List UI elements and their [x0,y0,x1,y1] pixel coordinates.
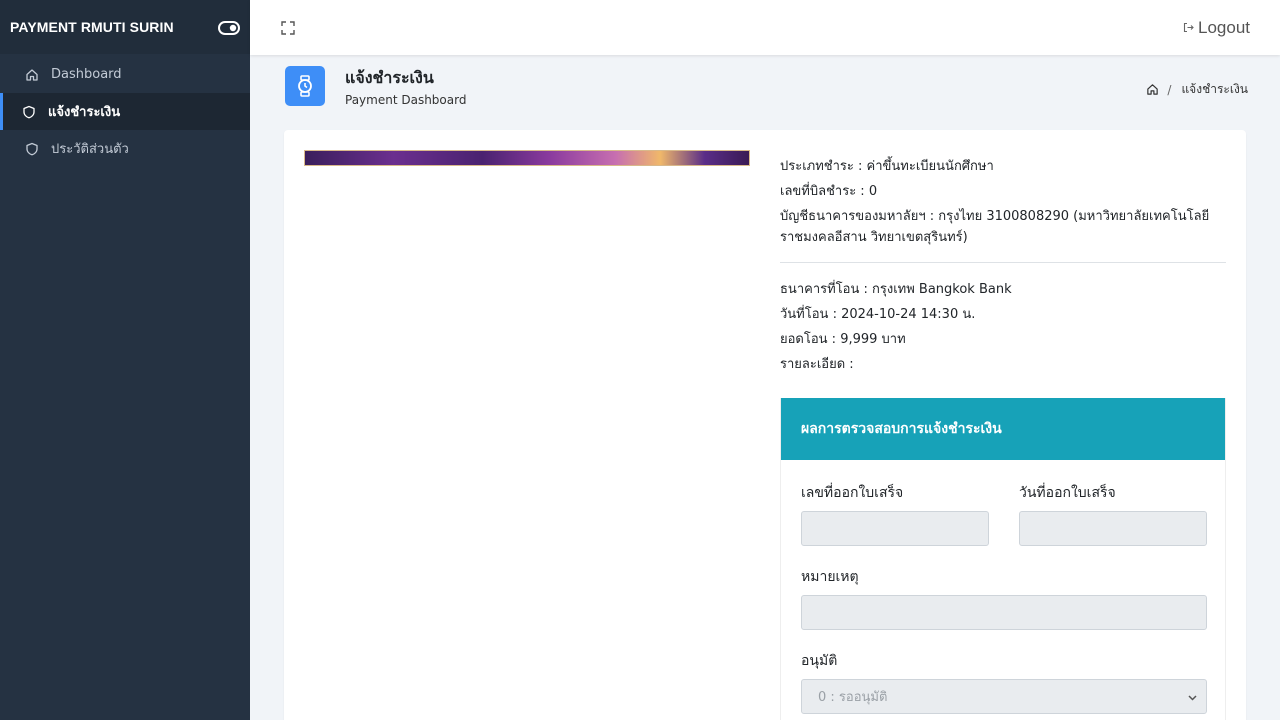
fullscreen-icon[interactable] [280,20,296,36]
toggle-icon[interactable] [218,20,240,35]
payment-info: ประเภทชำระ : ค่าขึ้นทะเบียนนักศึกษา เลขท… [780,154,1226,377]
sidebar-item-label: ประวัติส่วนตัว [51,142,129,157]
transfer-detail: รายละเอียด : [780,357,854,372]
sidebar-nav: Dashboard แจ้งชำระเงิน ประวัติส่วนตัว [0,56,250,167]
transfer-amount: ยอดโอน : 9,999 บาท [780,332,906,347]
home-icon[interactable] [1146,83,1159,96]
receipt-date-field[interactable] [1019,511,1207,546]
chevron-down-icon [1187,692,1198,703]
transfer-date: วันที่โอน : 2024-10-24 14:30 น. [780,307,976,322]
sidebar-item-profile[interactable]: ประวัติส่วนตัว [0,130,250,167]
sidebar-brand: PAYMENT RMUTI SURIN [0,0,250,54]
brand-title: PAYMENT RMUTI SURIN [10,19,174,35]
receipt-number-field[interactable] [801,511,989,546]
approve-select[interactable]: 0 : รออนุมัติ [801,679,1207,714]
topbar: Logout [250,0,1280,55]
payment-slip-image[interactable] [304,150,750,166]
approve-label: อนุมัติ [801,653,838,669]
result-panel: ผลการตรวจสอบการแจ้งชำระเงิน เลขที่ออกใบเ… [780,398,1226,720]
transfer-bank: ธนาคารที่โอน : กรุงเทพ Bangkok Bank [780,282,1012,297]
page-title: แจ้งชำระเงิน [345,68,434,87]
university-account: บัญชีธนาคารของมหาลัยฯ : กรุงไทย 31008082… [780,209,1210,245]
bill-number: เลขที่บิลชำระ : 0 [780,184,878,199]
sidebar-item-payment[interactable]: แจ้งชำระเงิน [0,93,250,130]
approve-selected-value: 0 : รออนุมัติ [818,690,888,705]
breadcrumb-current: แจ้งชำระเงิน [1181,82,1248,96]
breadcrumb-separator: / [1167,82,1172,97]
sidebar: PAYMENT RMUTI SURIN Dashboard แจ้งชำระเง… [0,0,250,720]
page-subtitle: Payment Dashboard [345,93,467,107]
home-icon [25,68,39,82]
logout-label: Logout [1198,17,1250,37]
note-field[interactable] [801,595,1207,630]
result-panel-header: ผลการตรวจสอบการแจ้งชำระเงิน [781,398,1225,460]
payment-card: ประเภทชำระ : ค่าขึ้นทะเบียนนักศึกษา เลขท… [284,130,1246,720]
receipt-date-label: วันที่ออกใบเสร็จ [1019,485,1116,501]
breadcrumb: / แจ้งชำระเงิน [1146,80,1248,99]
sidebar-item-dashboard[interactable]: Dashboard [0,56,250,93]
logout-icon [1183,22,1194,33]
page-header: แจ้งชำระเงิน Payment Dashboard / แจ้งชำร… [284,64,1248,110]
sidebar-item-label: Dashboard [51,67,122,82]
payment-type: ประเภทชำระ : ค่าขึ้นทะเบียนนักศึกษา [780,159,994,174]
divider [780,262,1226,263]
note-label: หมายเหตุ [801,569,859,585]
logout-button[interactable]: Logout [1183,18,1250,38]
sidebar-item-label: แจ้งชำระเงิน [48,105,121,120]
shield-icon [22,105,36,119]
watch-icon [285,66,325,106]
shield-icon [25,142,39,156]
receipt-number-label: เลขที่ออกใบเสร็จ [801,485,904,501]
